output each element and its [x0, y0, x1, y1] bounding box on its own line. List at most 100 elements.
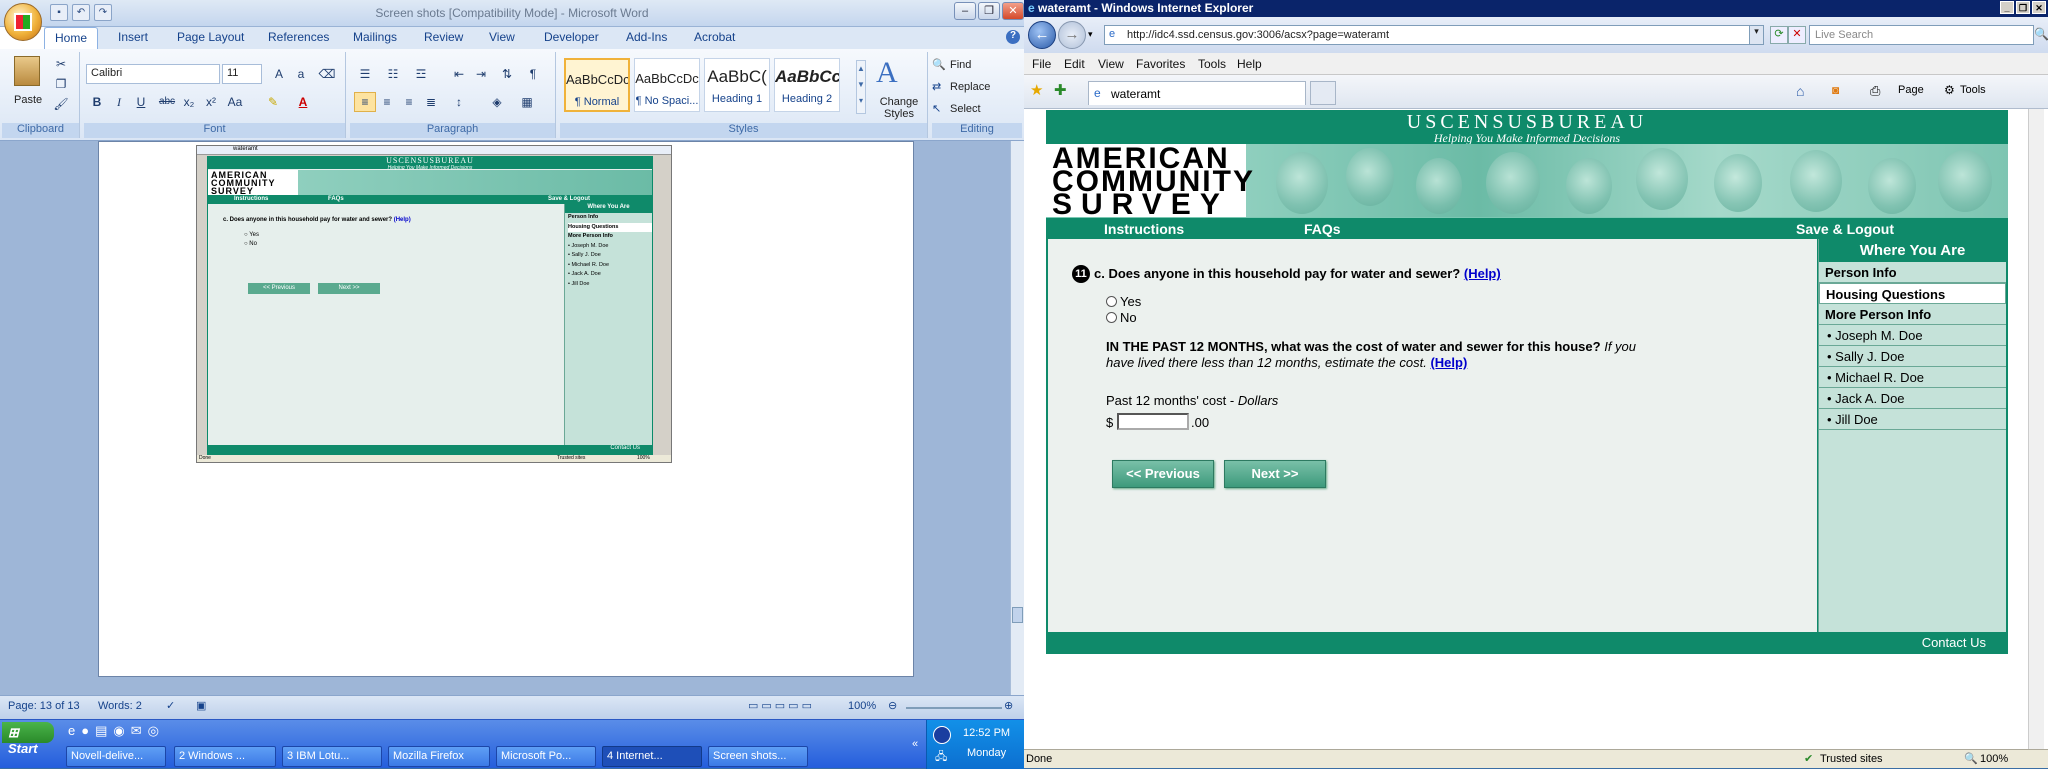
tab-review[interactable]: Review: [424, 30, 463, 44]
close-icon[interactable]: ✕: [1002, 2, 1024, 20]
next-button[interactable]: Next >>: [1224, 460, 1326, 488]
style-heading-2[interactable]: AaBbCc Heading 2: [774, 58, 840, 112]
vertical-scrollbar[interactable]: [1010, 141, 1024, 695]
line-spacing-icon[interactable]: ↕: [448, 92, 470, 112]
bold-icon[interactable]: B: [86, 92, 108, 112]
shading-icon[interactable]: ◈: [486, 92, 508, 112]
back-button[interactable]: ←: [1028, 21, 1056, 49]
side-item-joseph[interactable]: • Joseph M. Doe: [1819, 325, 2006, 346]
multilevel-list-icon[interactable]: ☲: [410, 64, 432, 84]
justify-icon[interactable]: ≣: [420, 92, 442, 112]
change-case-icon[interactable]: Aa: [224, 92, 246, 112]
menu-file[interactable]: File: [1032, 57, 1051, 71]
task-powerpoint[interactable]: Microsoft Po...: [496, 746, 596, 767]
menu-edit[interactable]: Edit: [1064, 57, 1085, 71]
strikethrough-icon[interactable]: abc: [156, 92, 178, 112]
url-input[interactable]: e http://idc4.ssd.census.gov:3006/acsx?p…: [1104, 25, 1764, 45]
task-novell[interactable]: Novell-delive...: [66, 746, 166, 767]
forward-button[interactable]: →: [1058, 21, 1086, 49]
superscript-icon[interactable]: x²: [200, 92, 222, 112]
history-dropdown-icon[interactable]: ▾: [1088, 29, 1093, 40]
help-link[interactable]: (Help): [1464, 266, 1501, 281]
font-name-box[interactable]: Calibri: [86, 64, 220, 84]
menu-view[interactable]: View: [1098, 57, 1124, 71]
nav-faqs[interactable]: FAQs: [1304, 221, 1341, 237]
task-windows[interactable]: 2 Windows ...: [174, 746, 276, 767]
task-firefox[interactable]: Mozilla Firefox: [388, 746, 490, 767]
subscript-icon[interactable]: x₂: [178, 92, 200, 112]
cost-input[interactable]: [1117, 413, 1189, 430]
zoom-out-icon[interactable]: ⊖: [888, 699, 897, 712]
view-buttons[interactable]: ▭▭▭▭▭: [748, 699, 815, 712]
decrease-indent-icon[interactable]: ⇤: [448, 64, 470, 84]
align-right-icon[interactable]: ≡: [398, 92, 420, 112]
change-styles-icon[interactable]: A: [876, 56, 898, 90]
ie-zoom[interactable]: 100%: [1980, 753, 2008, 765]
side-item-more-person-info[interactable]: More Person Info: [1819, 304, 2006, 325]
print-icon[interactable]: ⎙: [1870, 83, 1880, 99]
app-icon[interactable]: ◎: [148, 723, 165, 738]
tab-references[interactable]: References: [268, 30, 329, 44]
change-styles-label[interactable]: Change Styles: [872, 96, 926, 120]
borders-icon[interactable]: ▦: [516, 92, 538, 112]
nav-instructions[interactable]: Instructions: [1104, 221, 1184, 237]
clear-format-icon[interactable]: ⌫: [316, 64, 338, 84]
align-center-icon[interactable]: ≡: [376, 92, 398, 112]
zoom-in-icon[interactable]: ⊕: [1004, 699, 1013, 712]
help-icon[interactable]: ?: [1006, 30, 1020, 44]
office-button[interactable]: [4, 3, 42, 41]
macro-icon[interactable]: ▣: [196, 699, 206, 712]
task-ibm-lotus[interactable]: 3 IBM Lotu...: [282, 746, 382, 767]
replace-button[interactable]: Replace: [950, 81, 990, 93]
italic-icon[interactable]: I: [108, 92, 130, 112]
style-heading-1[interactable]: AaBbC( Heading 1: [704, 58, 770, 112]
tab-home[interactable]: Home: [44, 27, 99, 50]
contact-us-link[interactable]: Contact Us: [1922, 635, 1986, 650]
side-item-person-info[interactable]: Person Info: [1819, 262, 2006, 283]
page-menu[interactable]: Page: [1898, 84, 1924, 96]
nav-save-logout[interactable]: Save & Logout: [1796, 221, 1894, 237]
tools-menu[interactable]: Tools: [1960, 84, 1986, 96]
radio-yes[interactable]: [1106, 296, 1117, 307]
embedded-screenshot[interactable]: wateramt USCENSUSBUREAU Helping You Make…: [196, 145, 672, 463]
favorites-star-icon[interactable]: ★: [1030, 81, 1043, 99]
proofing-icon[interactable]: ✓: [166, 699, 175, 712]
menu-tools[interactable]: Tools: [1198, 57, 1226, 71]
font-size-box[interactable]: 11: [222, 64, 262, 84]
menu-help[interactable]: Help: [1237, 57, 1262, 71]
folder-icon[interactable]: ▤: [95, 723, 113, 738]
style-no-spacing[interactable]: AaBbCcDc ¶ No Spaci...: [634, 58, 700, 112]
cut-icon[interactable]: ✂: [50, 54, 72, 74]
bullets-icon[interactable]: ☰: [354, 64, 376, 84]
find-icon[interactable]: 🔍: [932, 58, 946, 71]
find-button[interactable]: Find: [950, 59, 971, 71]
minimize-icon[interactable]: –: [954, 2, 976, 20]
tab-acrobat[interactable]: Acrobat: [694, 30, 735, 44]
search-icon[interactable]: 🔍: [2034, 27, 2048, 41]
minimize-icon[interactable]: _: [2000, 1, 2014, 14]
font-color-icon[interactable]: A: [292, 92, 314, 112]
select-button[interactable]: Select: [950, 103, 981, 115]
copy-icon[interactable]: ❐: [50, 74, 72, 94]
sort-icon[interactable]: ⇅: [496, 64, 518, 84]
align-left-icon[interactable]: ≡: [354, 92, 376, 112]
scroll-thumb[interactable]: [1012, 607, 1023, 623]
url-dropdown-icon[interactable]: ▾: [1749, 26, 1763, 44]
shrink-font-icon[interactable]: a: [290, 64, 312, 84]
save-icon[interactable]: ▪: [50, 4, 68, 21]
tools-gear-icon[interactable]: ⚙: [1944, 83, 1955, 97]
paste-label[interactable]: Paste: [14, 94, 42, 106]
ie-tab-wateramt[interactable]: e wateramt: [1088, 81, 1306, 105]
close-icon[interactable]: ✕: [2032, 1, 2046, 14]
increase-indent-icon[interactable]: ⇥: [470, 64, 492, 84]
zoom-level[interactable]: 100%: [848, 700, 876, 712]
style-normal[interactable]: AaBbCcDc ¶ Normal: [564, 58, 630, 112]
redo-icon[interactable]: ↷: [94, 4, 112, 21]
tab-view[interactable]: View: [489, 30, 515, 44]
clock-time[interactable]: 12:52 PM: [963, 727, 1010, 739]
feeds-icon[interactable]: ◙: [1832, 83, 1839, 97]
tray-app-icon[interactable]: [933, 726, 951, 744]
task-word[interactable]: Screen shots...: [708, 746, 808, 767]
restore-icon[interactable]: ❐: [978, 2, 1000, 20]
firefox-icon[interactable]: ●: [81, 723, 95, 738]
